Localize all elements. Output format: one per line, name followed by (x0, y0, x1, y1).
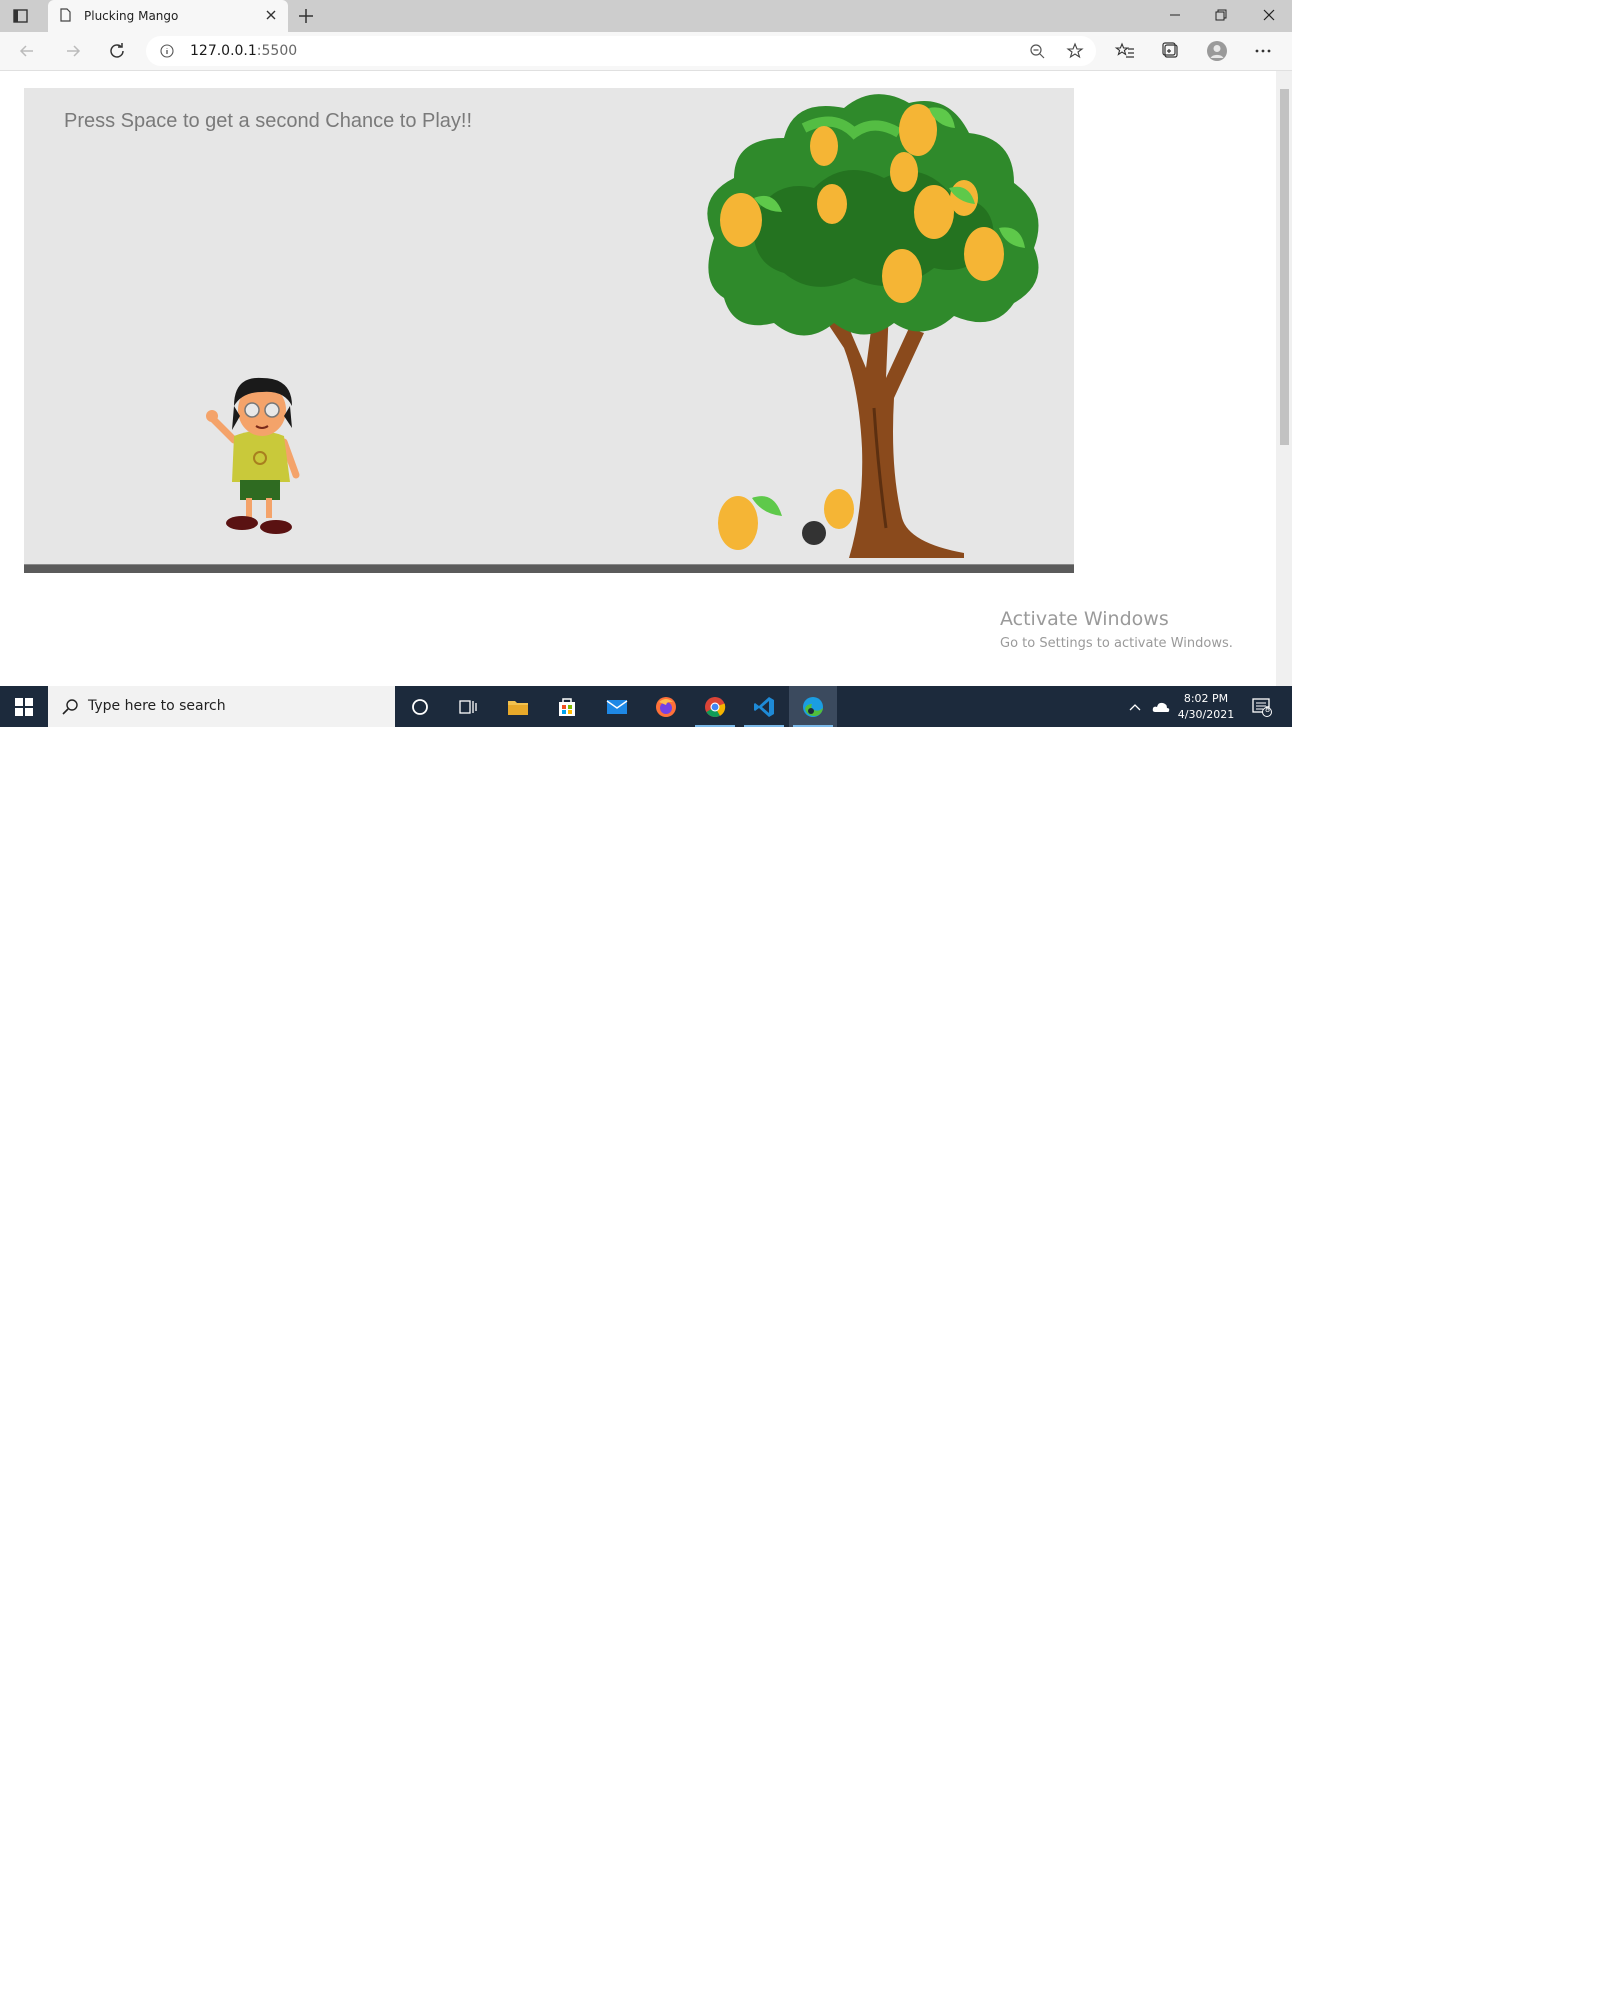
minimize-icon[interactable] (1152, 0, 1198, 30)
mango (890, 152, 918, 192)
tab-actions-icon[interactable] (12, 7, 30, 25)
browser-tab-bar: Plucking Mango (0, 0, 1292, 32)
task-view-icon[interactable] (444, 686, 492, 727)
search-placeholder: Type here to search (88, 698, 226, 714)
show-hidden-icons-icon[interactable] (1122, 686, 1148, 727)
back-icon[interactable] (16, 40, 38, 62)
zoom-out-icon[interactable] (1029, 43, 1045, 64)
page-viewport: Press Space to get a second Chance to Pl… (0, 71, 1276, 686)
mangoes-layer (718, 104, 1025, 550)
mango (810, 126, 838, 166)
browser-toolbar: 127.0.0.1:5500 (0, 32, 1292, 71)
cortana-icon[interactable] (396, 686, 444, 727)
mango (914, 185, 954, 239)
scroll-thumb[interactable] (1280, 89, 1289, 445)
notification-center-icon[interactable]: 8 (1244, 686, 1280, 727)
mango (964, 227, 1004, 281)
notification-badge: 8 (1265, 705, 1271, 714)
windows-taskbar: Type here to search 8:02 PM 4/30/2021 8 (0, 686, 1292, 727)
ground-bar (24, 564, 1074, 573)
close-tab-icon[interactable] (262, 6, 280, 24)
activate-windows-watermark: Activate Windows Go to Settings to activ… (1000, 608, 1233, 651)
mango (720, 193, 762, 247)
restore-icon[interactable] (1198, 0, 1244, 30)
tab-title: Plucking Mango (84, 9, 179, 23)
watermark-subtitle: Go to Settings to activate Windows. (1000, 636, 1233, 651)
taskbar-clock[interactable]: 8:02 PM 4/30/2021 (1170, 691, 1242, 723)
edge-icon[interactable] (789, 686, 837, 727)
page-icon (60, 8, 71, 22)
forward-icon[interactable] (62, 40, 84, 62)
stone (802, 521, 826, 545)
close-window-icon[interactable] (1246, 0, 1292, 30)
tab-plucking-mango[interactable]: Plucking Mango (48, 0, 288, 32)
watermark-title: Activate Windows (1000, 608, 1169, 630)
desktop-screen: Plucking Mango 127.0.0.1:5500 Press Spac… (0, 0, 1292, 727)
mango (718, 496, 758, 550)
vertical-scrollbar[interactable] (1276, 71, 1292, 686)
collections-icon[interactable] (1160, 40, 1182, 62)
clock-time: 8:02 PM (1183, 692, 1229, 705)
file-explorer-icon[interactable] (494, 686, 542, 727)
game-canvas[interactable]: Press Space to get a second Chance to Pl… (24, 88, 1074, 564)
mango (824, 489, 854, 529)
search-icon (62, 698, 80, 716)
mail-icon[interactable] (593, 686, 641, 727)
add-favorite-icon[interactable] (1066, 42, 1084, 65)
chrome-icon[interactable] (691, 686, 739, 727)
address-bar[interactable]: 127.0.0.1:5500 (146, 36, 1096, 66)
windows-start-icon[interactable] (0, 686, 48, 727)
more-menu-icon[interactable] (1252, 40, 1274, 62)
refresh-icon[interactable] (106, 40, 128, 62)
firefox-icon[interactable] (642, 686, 690, 727)
mango (882, 249, 922, 303)
store-icon[interactable] (543, 686, 591, 727)
site-info-icon[interactable] (160, 44, 174, 58)
taskbar-search-box[interactable]: Type here to search (48, 686, 395, 727)
favorites-icon[interactable] (1114, 40, 1136, 62)
new-tab-icon[interactable] (296, 6, 316, 26)
profile-avatar-icon[interactable] (1206, 40, 1228, 62)
mango (817, 184, 847, 224)
url-text: 127.0.0.1:5500 (190, 43, 298, 59)
vscode-icon[interactable] (740, 686, 788, 727)
clock-date: 4/30/2021 (1177, 708, 1235, 721)
